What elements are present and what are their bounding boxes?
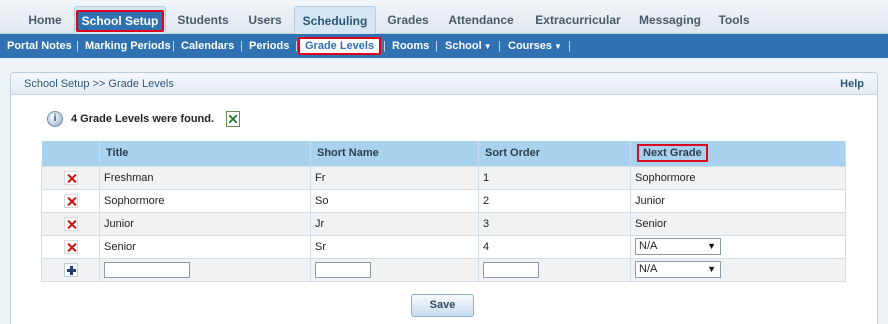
cell-sort-order: 2 [478, 188, 631, 213]
subnav-courses-menu[interactable]: Courses ▼ [508, 34, 562, 58]
cell-short-name: Jr [310, 211, 479, 236]
header-actions [41, 141, 100, 166]
next-grade-select[interactable]: N/A ▼ [635, 238, 721, 255]
cell-title: Senior [99, 234, 311, 259]
header-sort-order: Sort Order [478, 141, 631, 166]
cell-short-name: Sr [310, 234, 479, 259]
delete-icon[interactable] [63, 239, 78, 254]
new-sort-order-input[interactable] [483, 261, 539, 278]
cell-title [99, 257, 311, 282]
delete-icon[interactable] [63, 216, 78, 231]
tab-messaging[interactable]: Messaging [634, 6, 706, 34]
subnav-separator: | [435, 40, 438, 52]
new-next-grade-select[interactable]: N/A ▼ [635, 261, 721, 278]
subnav-portal-notes[interactable]: Portal Notes [7, 34, 72, 58]
tab-tools[interactable]: Tools [712, 6, 756, 34]
info-icon: i [47, 111, 63, 127]
tab-grades[interactable]: Grades [382, 6, 434, 34]
excel-export-icon[interactable] [226, 111, 240, 127]
new-row: N/A ▼ [41, 257, 846, 282]
subnav-separator: | [383, 40, 386, 52]
subnav-separator: | [172, 40, 175, 52]
tab-students[interactable]: Students [172, 6, 234, 34]
cell-sort-order: 3 [478, 211, 631, 236]
chevron-down-icon: ▼ [554, 42, 562, 51]
sub-nav-bar: Portal Notes | Marking Periods | Calenda… [0, 34, 888, 58]
dropdown-arrow-icon: ▼ [707, 241, 716, 251]
table-row: Junior Jr 3 Senior [41, 211, 846, 236]
chevron-down-icon: ▼ [483, 42, 492, 51]
header-next-grade-label: Next Grade [637, 144, 708, 163]
header-title: Title [99, 141, 311, 166]
cell-title: Junior [99, 211, 311, 236]
save-button[interactable]: Save [411, 294, 474, 317]
grade-levels-table: Title Short Name Sort Order Next Grade F… [41, 141, 846, 282]
cell-next-grade: Senior [630, 211, 846, 236]
row-action-cell [41, 234, 100, 259]
delete-icon[interactable] [63, 193, 78, 208]
tab-home[interactable]: Home [20, 6, 70, 34]
cell-next-grade: N/A ▼ [630, 234, 846, 259]
subnav-separator: | [568, 40, 571, 52]
cell-short-name [310, 257, 479, 282]
header-short-name: Short Name [310, 141, 479, 166]
subnav-rooms[interactable]: Rooms [392, 34, 429, 58]
next-grade-select-value: N/A [639, 240, 658, 252]
subnav-grade-levels[interactable]: Grade Levels [298, 37, 382, 55]
row-action-cell [41, 257, 100, 282]
cell-title: Sophormore [99, 188, 311, 213]
new-title-input[interactable] [104, 261, 190, 278]
cell-sort-order: 4 [478, 234, 631, 259]
panel-header: School Setup >> Grade Levels Help [11, 73, 877, 95]
tab-school-setup-label: School Setup [75, 10, 165, 32]
dropdown-arrow-icon: ▼ [707, 264, 716, 274]
new-next-grade-select-value: N/A [639, 263, 658, 275]
table-header-row: Title Short Name Sort Order Next Grade [41, 141, 846, 166]
subnav-calendars[interactable]: Calendars [181, 34, 234, 58]
help-link[interactable]: Help [840, 78, 864, 90]
cell-sort-order: 1 [478, 165, 631, 190]
cell-short-name: Fr [310, 165, 479, 190]
results-count-message: 4 Grade Levels were found. [71, 113, 215, 125]
cell-title: Freshman [99, 165, 311, 190]
cell-next-grade: Sophormore [630, 165, 846, 190]
row-action-cell [41, 211, 100, 236]
cell-short-name: So [310, 188, 479, 213]
tab-school-setup[interactable]: School Setup [74, 6, 166, 34]
row-action-cell [41, 188, 100, 213]
subnav-periods[interactable]: Periods [249, 34, 289, 58]
row-action-cell [41, 165, 100, 190]
cell-sort-order [478, 257, 631, 282]
tab-extracurricular[interactable]: Extracurricular [528, 6, 628, 34]
cell-next-grade: Junior [630, 188, 846, 213]
new-short-name-input[interactable] [315, 261, 371, 278]
breadcrumb: School Setup >> Grade Levels [24, 78, 174, 90]
subnav-separator: | [498, 40, 501, 52]
subnav-school-menu[interactable]: School ▼ [445, 34, 492, 58]
main-tab-bar: Home School Setup Students Users Schedul… [0, 0, 888, 34]
cell-next-grade: N/A ▼ [630, 257, 846, 282]
delete-icon[interactable] [63, 170, 78, 185]
add-icon[interactable] [63, 262, 78, 277]
subnav-separator: | [240, 40, 243, 52]
header-next-grade: Next Grade [630, 141, 846, 166]
subnav-separator: | [76, 40, 79, 52]
tab-attendance[interactable]: Attendance [444, 6, 518, 34]
table-row: Freshman Fr 1 Sophormore [41, 165, 846, 190]
subnav-courses-label: Courses [508, 40, 553, 52]
content-panel: School Setup >> Grade Levels Help i 4 Gr… [10, 72, 878, 324]
tab-scheduling[interactable]: Scheduling [294, 6, 376, 34]
subnav-school-label: School [445, 40, 482, 52]
tab-users[interactable]: Users [240, 6, 290, 34]
table-row: Sophormore So 2 Junior [41, 188, 846, 213]
table-row: Senior Sr 4 N/A ▼ [41, 234, 846, 259]
subnav-marking-periods[interactable]: Marking Periods [85, 34, 171, 58]
